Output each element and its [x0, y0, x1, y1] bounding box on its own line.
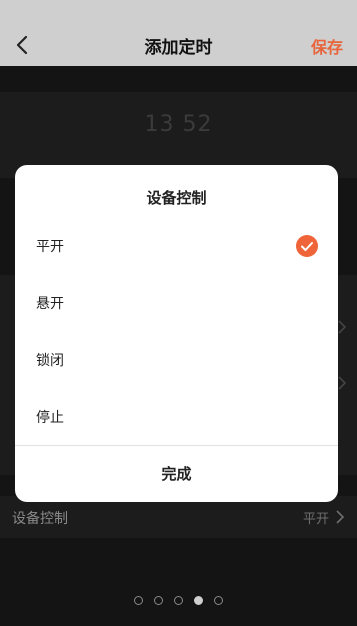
chevron-right-icon	[336, 510, 345, 524]
save-button[interactable]: 保存	[311, 34, 343, 58]
option-ting-zhi[interactable]: 停止	[15, 392, 338, 442]
page-dot[interactable]	[134, 596, 143, 605]
check-icon	[296, 235, 318, 257]
page-dot[interactable]	[174, 596, 183, 605]
time-hour: 13	[144, 112, 175, 137]
top-bar: 添加定时 保存	[0, 0, 357, 66]
chevron-right-icon	[338, 320, 347, 334]
option-label: 平开	[36, 239, 64, 255]
option-label: 悬开	[36, 296, 64, 312]
option-label: 锁闭	[36, 353, 64, 369]
option-suo-bi[interactable]: 锁闭	[15, 335, 338, 385]
option-ping-kai[interactable]: 平开	[15, 221, 338, 271]
chevron-right-icon	[338, 376, 347, 390]
dialog-title: 设备控制	[146, 189, 207, 207]
device-control-value: 平开	[302, 512, 329, 527]
page-indicator	[0, 596, 357, 606]
device-control-dialog: 设备控制 平开 悬开 锁闭 停止 完成	[15, 165, 338, 502]
option-label: 停止	[36, 410, 64, 426]
time-display: 13 52	[0, 112, 357, 137]
time-minute: 52	[182, 112, 213, 137]
page-dot[interactable]	[154, 596, 163, 605]
device-control-row[interactable]: 设备控制 平开	[0, 496, 357, 538]
option-xuan-kai[interactable]: 悬开	[15, 278, 338, 328]
page-dot-active[interactable]	[194, 596, 203, 605]
page-title: 添加定时	[144, 38, 213, 58]
page-dot[interactable]	[214, 596, 223, 605]
device-control-label: 设备控制	[12, 511, 68, 527]
done-button[interactable]: 完成	[15, 446, 338, 502]
